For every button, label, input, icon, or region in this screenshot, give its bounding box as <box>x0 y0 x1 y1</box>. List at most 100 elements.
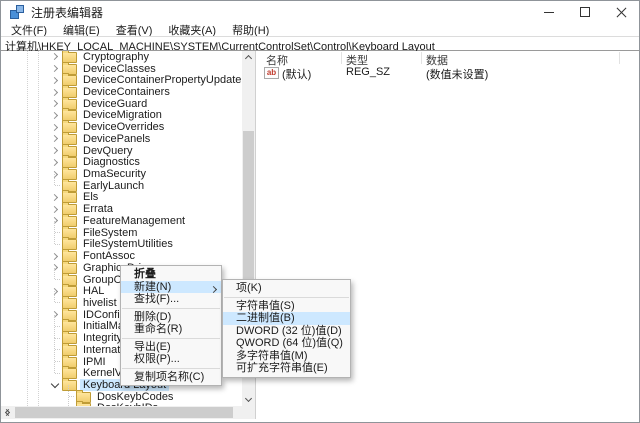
scroll-right-button[interactable] <box>1 406 14 419</box>
tree-item[interactable]: EarlyLaunch <box>1 180 242 192</box>
chevron-right-icon[interactable] <box>49 262 61 273</box>
tree-item[interactable]: Cryptography <box>1 51 242 63</box>
window-controls <box>531 1 639 23</box>
tree-horizontal-scrollbar[interactable] <box>1 406 247 419</box>
tree-item[interactable]: FileSystem <box>1 227 242 239</box>
chevron-right-icon[interactable] <box>49 192 61 203</box>
chevron-right-icon[interactable] <box>49 215 61 226</box>
tree-connector[interactable] <box>49 274 61 285</box>
scroll-up-button[interactable] <box>242 51 255 64</box>
tree-connector[interactable] <box>49 239 61 250</box>
tree-item[interactable]: DeviceClasses <box>1 63 242 75</box>
menu-item-label: 新建(N) <box>134 281 171 293</box>
maximize-button[interactable] <box>567 1 603 23</box>
menu-item-label: 多字符串值(M) <box>236 350 308 362</box>
tree-item-label: DeviceGuard <box>80 98 150 110</box>
chevron-right-icon[interactable] <box>49 110 61 121</box>
menu-item[interactable]: 复制项名称(C) <box>121 371 221 384</box>
chevron-right-icon[interactable] <box>49 87 61 98</box>
menu-item[interactable]: 项(K) <box>223 282 350 295</box>
tree-item-label: IPMI <box>80 356 109 368</box>
scroll-down-button[interactable] <box>242 393 255 406</box>
menu-item[interactable]: 重命名(R) <box>121 323 221 336</box>
horizontal-scroll-thumb[interactable] <box>15 407 233 418</box>
tree-connector[interactable] <box>49 333 61 344</box>
menu-item[interactable]: 二进制值(B) <box>223 312 350 325</box>
menu-item[interactable]: 新建(N) <box>121 281 221 294</box>
chevron-right-icon[interactable] <box>49 133 61 144</box>
menu-item[interactable]: 可扩充字符串值(E) <box>223 362 350 375</box>
menu-separator <box>122 338 220 339</box>
chevron-right-icon[interactable] <box>49 98 61 109</box>
tree-item[interactable]: DeviceContainers <box>1 86 242 98</box>
tree-item-label: Els <box>80 191 101 203</box>
tree-item-label: DosKeybCodes <box>94 391 176 403</box>
menu-item[interactable]: 删除(D) <box>121 311 221 324</box>
tree-item[interactable]: DevQuery <box>1 145 242 157</box>
tree-item[interactable]: DosKeybCodes <box>1 391 242 403</box>
column-separator[interactable] <box>619 52 620 64</box>
minimize-button[interactable] <box>531 1 567 23</box>
string-value-icon: ab <box>264 67 279 79</box>
tree-connector[interactable] <box>49 321 61 332</box>
tree-item[interactable]: Els <box>1 192 242 204</box>
menu-item[interactable]: 导出(E) <box>121 341 221 354</box>
tree-item[interactable]: Errata <box>1 203 242 215</box>
tree-item[interactable]: DmaSecurity <box>1 168 242 180</box>
tree-item-label: DeviceMigration <box>80 109 165 121</box>
chevron-right-icon[interactable] <box>49 75 61 86</box>
tree-item-label: FeatureManagement <box>80 215 188 227</box>
tree-item-label: Cryptography <box>80 51 152 63</box>
menu-item[interactable]: 折叠 <box>121 268 221 281</box>
tree-item[interactable]: FileSystemUtilities <box>1 239 242 251</box>
tree-connector[interactable] <box>49 344 61 355</box>
menu-item[interactable]: 权限(P)... <box>121 353 221 366</box>
chevron-right-icon[interactable] <box>49 63 61 74</box>
close-button[interactable] <box>603 1 639 23</box>
chevron-down-icon[interactable] <box>49 379 61 390</box>
chevron-right-icon[interactable] <box>49 157 61 168</box>
tree-item-label: DeviceContainerPropertyUpdateEvents <box>80 74 242 86</box>
value-type: REG_SZ <box>346 66 390 78</box>
tree-connector[interactable] <box>49 180 61 191</box>
column-separator[interactable] <box>421 52 422 64</box>
chevron-right-icon[interactable] <box>49 122 61 133</box>
chevron-right-icon[interactable] <box>49 286 61 297</box>
chevron-right-icon[interactable] <box>49 51 61 62</box>
tree-item[interactable]: FeatureManagement <box>1 215 242 227</box>
menu-separator <box>224 297 349 298</box>
tree-connector[interactable] <box>49 227 61 238</box>
menu-item[interactable]: DWORD (32 位)值(D) <box>223 325 350 338</box>
menu-separator <box>122 368 220 369</box>
chevron-right-icon[interactable] <box>49 204 61 215</box>
tree-connector[interactable] <box>49 368 61 379</box>
tree-item[interactable]: DevicePanels <box>1 133 242 145</box>
tree-connector[interactable] <box>63 391 75 402</box>
tree-connector[interactable] <box>49 297 61 308</box>
value-row-default[interactable]: ab (默认) REG_SZ (数值未设置) <box>258 66 639 79</box>
chevron-right-icon[interactable] <box>49 251 61 262</box>
tree-connector[interactable] <box>49 356 61 367</box>
chevron-right-icon[interactable] <box>49 145 61 156</box>
title-bar[interactable]: 注册表编辑器 <box>1 1 639 23</box>
tree-item[interactable]: DeviceGuard <box>1 98 242 110</box>
menu-item[interactable]: 字符串值(S) <box>223 300 350 313</box>
tree-item-label: DevQuery <box>80 145 136 157</box>
list-header: 名称 类型 数据 <box>258 51 639 65</box>
chevron-right-icon[interactable] <box>49 169 61 180</box>
menu-item-label: 字符串值(S) <box>236 300 295 312</box>
tree-item[interactable]: Diagnostics <box>1 156 242 168</box>
menu-item[interactable]: QWORD (64 位)值(Q) <box>223 337 350 350</box>
menu-item[interactable]: 查找(F)... <box>121 293 221 306</box>
column-separator[interactable] <box>341 52 342 64</box>
tree-item[interactable]: FontAssoc <box>1 250 242 262</box>
scrollbar-corner <box>247 406 255 419</box>
tree-item[interactable]: DeviceMigration <box>1 110 242 122</box>
value-data: (数值未设置) <box>426 66 488 82</box>
tree-item[interactable]: DeviceOverrides <box>1 121 242 133</box>
menu-item[interactable]: 多字符串值(M) <box>223 350 350 363</box>
menu-item-label: 删除(D) <box>134 311 171 323</box>
tree-item[interactable]: DeviceContainerPropertyUpdateEvents <box>1 74 242 86</box>
tree-item-label: DeviceContainers <box>80 86 173 98</box>
chevron-right-icon[interactable] <box>49 309 61 320</box>
